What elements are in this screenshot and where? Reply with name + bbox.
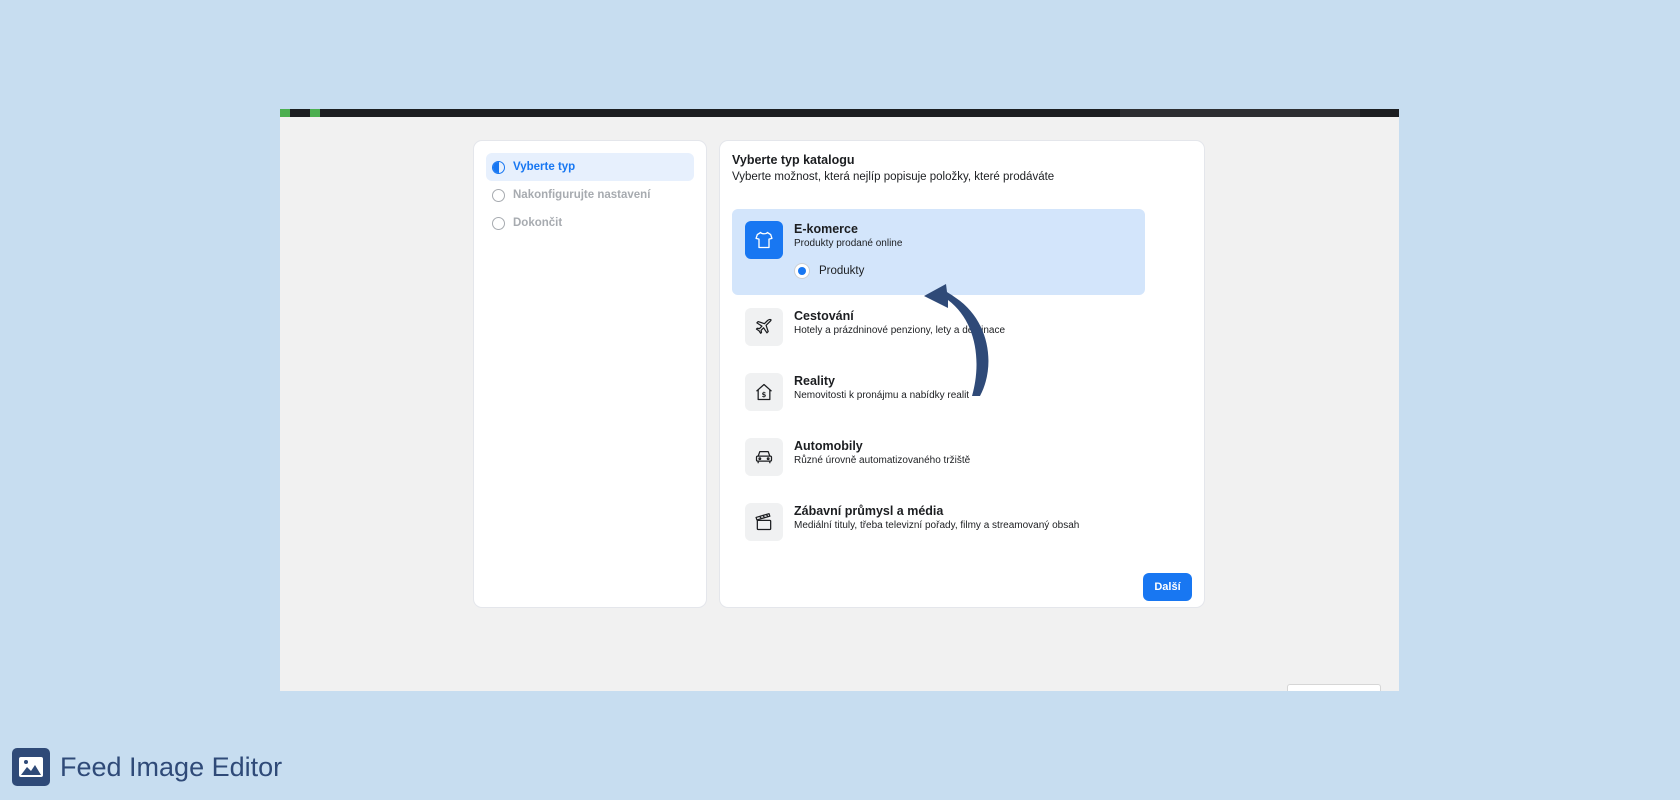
- option-desc: Produkty prodané online: [794, 238, 903, 249]
- radio-button[interactable]: [794, 263, 810, 279]
- image-editor-logo-icon: [12, 748, 50, 786]
- house-dollar-icon: $: [745, 373, 783, 411]
- option-desc: Mediální tituly, třeba televizní pořady,…: [794, 520, 1080, 531]
- radio-label: Produkty: [819, 265, 865, 277]
- half-circle-icon: [492, 160, 505, 174]
- screenshot-frame: Vyberte typ Nakonfigurujte nastavení Dok…: [280, 109, 1399, 691]
- option-entertainment[interactable]: Zábavní průmysl a média Mediální tituly,…: [732, 496, 1145, 548]
- radio-products[interactable]: Produkty: [794, 263, 864, 279]
- option-name: Reality: [794, 374, 835, 388]
- step-select-type[interactable]: Vyberte typ: [486, 153, 694, 181]
- next-button[interactable]: Další: [1143, 573, 1192, 601]
- option-real-estate[interactable]: $ Reality Nemovitosti k pronájmu a nabíd…: [732, 366, 1145, 418]
- option-desc: Různé úrovně automatizovaného tržiště: [794, 455, 971, 466]
- option-name: E-komerce: [794, 222, 858, 236]
- step-label: Dokončit: [513, 217, 563, 229]
- browser-toolbar-strip: [280, 109, 1399, 117]
- option-automobiles[interactable]: Automobily Různé úrovně automatizovaného…: [732, 431, 1145, 483]
- app-footer: Feed Image Editor: [12, 748, 282, 786]
- panel-subtitle: Vyberte možnost, která nejlíp popisuje p…: [732, 171, 1055, 183]
- catalog-type-panel: Vyberte typ katalogu Vyberte možnost, kt…: [720, 141, 1204, 607]
- circle-icon: [492, 188, 505, 202]
- option-ecommerce[interactable]: E-komerce Produkty prodané online Produk…: [732, 209, 1145, 295]
- wizard-steps-panel: Vyberte typ Nakonfigurujte nastavení Dok…: [474, 141, 706, 607]
- option-desc: Nemovitosti k pronájmu a nabídky realit: [794, 390, 970, 401]
- option-travel[interactable]: Cestování Hotely a prázdninové penziony,…: [732, 301, 1145, 353]
- circle-icon: [492, 216, 505, 230]
- option-name: Zábavní průmysl a média: [794, 504, 944, 518]
- step-label: Nakonfigurujte nastavení: [513, 189, 651, 201]
- car-icon: [745, 438, 783, 476]
- svg-text:$: $: [762, 391, 767, 399]
- step-label: Vyberte typ: [513, 161, 576, 173]
- airplane-icon: [745, 308, 783, 346]
- option-name: Automobily: [794, 439, 863, 453]
- tshirt-icon: [745, 221, 783, 259]
- app-name: Feed Image Editor: [60, 751, 283, 782]
- option-desc: Hotely a prázdninové penziony, lety a de…: [794, 325, 1006, 336]
- partial-button-fragment: [1287, 684, 1381, 691]
- step-finish[interactable]: Dokončit: [486, 209, 694, 237]
- step-configure[interactable]: Nakonfigurujte nastavení: [486, 181, 694, 209]
- panel-title: Vyberte typ katalogu: [732, 153, 855, 167]
- clapperboard-icon: [745, 503, 783, 541]
- option-name: Cestování: [794, 309, 854, 323]
